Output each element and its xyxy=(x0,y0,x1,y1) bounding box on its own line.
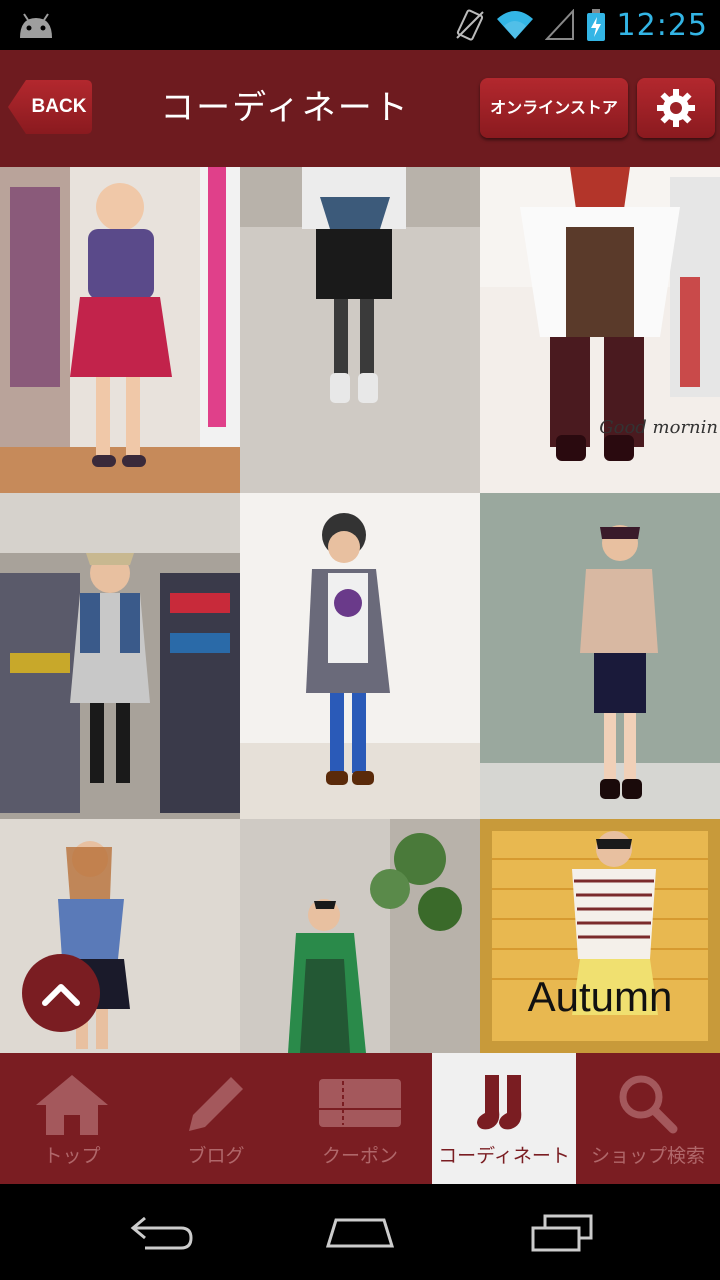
photo-tile[interactable] xyxy=(240,819,480,1053)
photo-outfit-6 xyxy=(480,493,720,819)
tab-label: ブログ xyxy=(187,1145,245,1167)
photo-outfit-2 xyxy=(240,167,480,493)
bottom-tab-bar: トップ ブログ クーポン コーディネート ショップ検索 xyxy=(0,1053,720,1184)
chevron-up-icon xyxy=(42,984,80,1006)
nav-back-button[interactable] xyxy=(120,1204,200,1260)
nav-recents-button[interactable] xyxy=(522,1204,602,1260)
tab-label: コーディネート xyxy=(438,1145,570,1167)
tab-top[interactable]: トップ xyxy=(0,1053,144,1184)
photo-outfit-4 xyxy=(0,493,240,819)
photo-tile[interactable]: Autumn xyxy=(480,819,720,1053)
photo-caption: Autumn xyxy=(527,973,673,1020)
photo-tile[interactable] xyxy=(240,493,480,819)
nav-home-button[interactable] xyxy=(320,1204,400,1260)
coupon-icon xyxy=(319,1079,401,1127)
tab-label: クーポン xyxy=(321,1145,398,1167)
photo-tile[interactable]: Good mornin xyxy=(480,167,720,493)
socks-icon xyxy=(477,1075,522,1130)
app-header: BACK コーディネート オンラインストア xyxy=(0,50,720,167)
recents-icon xyxy=(531,1214,593,1252)
status-bar: 12:25 xyxy=(0,0,720,50)
search-icon xyxy=(619,1075,678,1134)
tab-label: トップ xyxy=(43,1145,101,1167)
page-title: コーディネート xyxy=(160,88,410,128)
tab-blog[interactable]: ブログ xyxy=(144,1053,288,1184)
photo-outfit-1 xyxy=(0,167,240,493)
signal-icon xyxy=(544,9,574,40)
photo-tile[interactable] xyxy=(0,167,240,493)
android-icon xyxy=(20,13,52,38)
photo-outfit-5 xyxy=(240,493,480,819)
tab-coupon[interactable]: クーポン xyxy=(288,1053,432,1184)
system-navigation-bar xyxy=(0,1184,720,1280)
wifi-icon xyxy=(496,11,533,39)
tab-coordinate[interactable]: コーディネート xyxy=(432,1053,576,1184)
scroll-to-top-button[interactable] xyxy=(22,954,100,1032)
settings-button[interactable] xyxy=(637,78,715,138)
battery-charging-icon xyxy=(586,9,605,41)
photo-tile[interactable] xyxy=(480,493,720,819)
back-arrow-icon xyxy=(130,1216,193,1250)
back-button-label: BACK xyxy=(31,96,87,117)
photo-caption: Good mornin xyxy=(599,417,718,438)
tab-label: ショップ検索 xyxy=(590,1145,705,1167)
tab-shop-search[interactable]: ショップ検索 xyxy=(576,1053,720,1184)
back-button[interactable]: BACK xyxy=(6,78,92,136)
pencil-icon xyxy=(189,1077,243,1131)
photo-outfit-3 xyxy=(480,167,720,493)
clock: 12:25 xyxy=(616,7,708,43)
photo-tile[interactable] xyxy=(0,493,240,819)
vibrate-icon xyxy=(455,9,484,41)
online-store-button[interactable]: オンラインストア xyxy=(480,78,628,138)
gear-icon xyxy=(657,89,695,127)
coordinate-photo-grid: Good mornin Autumn xyxy=(0,167,720,1053)
home-outline-icon xyxy=(325,1218,395,1248)
photo-outfit-8 xyxy=(240,819,480,1053)
home-icon xyxy=(36,1075,108,1135)
photo-tile[interactable] xyxy=(240,167,480,493)
